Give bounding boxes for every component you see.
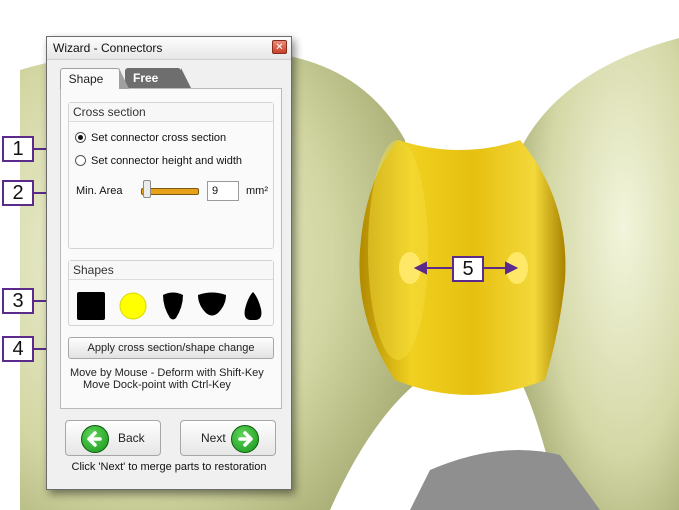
- radio-set-height-width-label: Set connector height and width: [91, 155, 243, 167]
- hint-move-mouse: Move by Mouse - Deform with Shift-Key: [70, 367, 264, 379]
- circle-shape-icon[interactable]: [118, 291, 148, 321]
- hint-move-dock: Move Dock-point with Ctrl-Key: [83, 379, 231, 391]
- tab-shape[interactable]: Shape: [60, 68, 129, 89]
- window-title: Wizard - Connectors: [53, 41, 163, 55]
- back-button[interactable]: Back: [65, 420, 161, 456]
- drop-shape-icon[interactable]: [161, 291, 185, 321]
- cross-section-group: Cross section Set connector cross sectio…: [68, 102, 274, 249]
- radio-set-cross-section[interactable]: Set connector cross section: [75, 130, 275, 146]
- min-area-input[interactable]: 9: [207, 181, 239, 201]
- title-bar[interactable]: Wizard - Connectors ✕: [47, 37, 291, 60]
- apply-change-button[interactable]: Apply cross section/shape change: [68, 337, 274, 359]
- cross-section-title: Cross section: [69, 103, 273, 122]
- min-area-unit: mm²: [246, 185, 268, 197]
- tab-free-label: Free: [133, 71, 159, 85]
- radio-selected-icon[interactable]: [75, 132, 86, 143]
- next-label: Next: [201, 431, 226, 445]
- footer-hint: Click 'Next' to merge parts to restorati…: [71, 461, 267, 473]
- back-label: Back: [118, 431, 145, 445]
- square-shape-icon[interactable]: [76, 291, 106, 321]
- callout-4: 4: [2, 336, 34, 362]
- callout-3: 3: [2, 288, 34, 314]
- next-button[interactable]: Next: [180, 420, 276, 456]
- min-area-label: Min. Area: [76, 185, 123, 197]
- shapes-group: Shapes: [68, 260, 274, 326]
- tab-free[interactable]: Free: [125, 68, 191, 88]
- radio-set-height-width[interactable]: Set connector height and width: [75, 153, 275, 169]
- shape-tab-panel: Cross section Set connector cross sectio…: [60, 88, 282, 409]
- callout-5: 5: [452, 256, 484, 282]
- radio-unselected-icon[interactable]: [75, 155, 86, 166]
- callout-1: 1: [2, 136, 34, 162]
- wizard-window: Wizard - Connectors ✕ Shape Free Cross s…: [46, 36, 292, 490]
- radio-set-cross-section-label: Set connector cross section: [91, 132, 227, 144]
- close-icon: ✕: [275, 42, 284, 53]
- close-button[interactable]: ✕: [272, 40, 287, 54]
- tab-shape-label: Shape: [68, 72, 104, 86]
- teardrop-shape-icon[interactable]: [242, 291, 264, 321]
- min-area-slider-thumb[interactable]: [143, 180, 151, 198]
- back-arrow-icon: [81, 425, 109, 453]
- half-circle-shape-icon[interactable]: [196, 291, 228, 321]
- next-arrow-icon: [231, 425, 259, 453]
- shapes-title: Shapes: [69, 261, 273, 280]
- callout-2: 2: [2, 180, 34, 206]
